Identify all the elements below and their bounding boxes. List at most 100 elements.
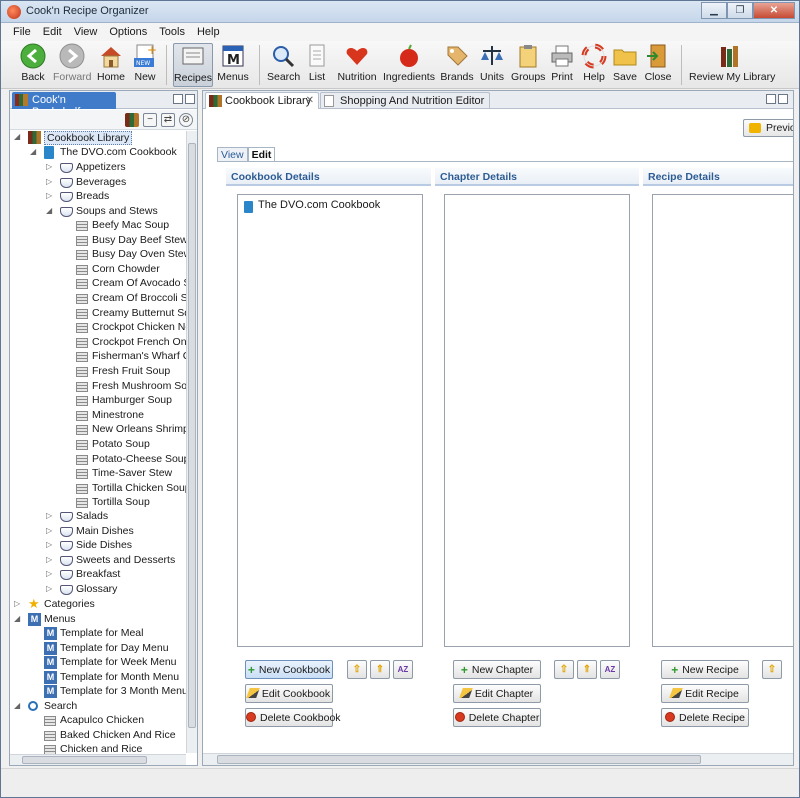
tab-cookbook-library[interactable]: Cookbook Library ✕ <box>205 92 319 109</box>
search-button[interactable]: Search <box>267 43 300 87</box>
close-window-button[interactable]: ✕ <box>753 2 795 19</box>
expand-arrow-icon[interactable]: ◢ <box>14 132 20 141</box>
recipes-button[interactable]: Recipes <box>173 43 213 87</box>
collapsed-arrow-icon[interactable]: ▷ <box>46 191 52 200</box>
move-to-top-button[interactable]: ⇑ <box>370 660 390 679</box>
recipe-list[interactable] <box>652 194 793 647</box>
menu-view[interactable]: View <box>68 23 104 41</box>
menu-options[interactable]: Options <box>103 23 153 41</box>
collapsed-arrow-icon[interactable]: ▷ <box>46 526 52 535</box>
print-button[interactable]: Print <box>549 43 575 87</box>
exit-door-icon <box>645 43 671 69</box>
delete-cookbook-button[interactable]: Delete Cookbook <box>245 708 341 727</box>
delete-recipe-button[interactable]: Delete Recipe <box>661 708 749 727</box>
move-up-button[interactable]: ⇧ <box>762 660 782 679</box>
nutrition-button[interactable]: Nutrition <box>336 43 378 87</box>
new-button[interactable]: NEW + New <box>131 43 159 87</box>
search-icon <box>270 43 296 69</box>
sort-az-button[interactable]: AZ <box>393 660 413 679</box>
bookshelf-vertical-scrollbar[interactable] <box>186 131 197 753</box>
move-to-top-button[interactable]: ⇑ <box>577 660 597 679</box>
svg-text:+: + <box>147 43 157 57</box>
save-button[interactable]: Save <box>612 43 638 87</box>
home-button[interactable]: Home <box>95 43 127 87</box>
tab-shopping-nutrition-editor[interactable]: Shopping And Nutrition Editor <box>320 92 490 109</box>
collapsed-arrow-icon[interactable]: ▷ <box>46 177 52 186</box>
toolbar-separator <box>259 45 260 85</box>
library-books-icon[interactable] <box>125 113 139 127</box>
review-my-library-button[interactable]: Review My Library <box>689 43 775 87</box>
units-button[interactable]: Units <box>478 43 506 87</box>
list-item[interactable]: The DVO.com Cookbook <box>242 199 380 215</box>
menu-icon: M <box>44 627 57 640</box>
tab-cookn-bookshelf[interactable]: Cook'n Bookshelf <box>12 92 116 118</box>
tag-icon <box>444 43 470 69</box>
collapsed-arrow-icon[interactable]: ▷ <box>14 599 20 608</box>
sync-icon[interactable]: ⇄ <box>161 113 175 127</box>
recipe-card-icon <box>180 44 206 70</box>
clipboard-icon <box>515 43 541 69</box>
new-chapter-button[interactable]: + New Chapter <box>453 660 541 679</box>
menu-edit[interactable]: Edit <box>37 23 68 41</box>
bookshelf-horizontal-scrollbar[interactable] <box>10 754 186 765</box>
sort-az-button[interactable]: AZ <box>600 660 620 679</box>
back-arrow-icon <box>749 123 761 133</box>
collapse-all-icon[interactable]: − <box>143 113 157 127</box>
delete-chapter-button[interactable]: Delete Chapter <box>453 708 541 727</box>
collapsed-arrow-icon[interactable]: ▷ <box>46 584 52 593</box>
scrollbar-thumb[interactable] <box>188 143 196 728</box>
recipe-card-icon <box>76 250 88 261</box>
collapsed-arrow-icon[interactable]: ▷ <box>46 555 52 564</box>
scrollbar-thumb[interactable] <box>22 756 147 764</box>
collapsed-arrow-icon[interactable]: ▷ <box>46 162 52 171</box>
tab-view[interactable]: View <box>217 147 248 161</box>
menu-help[interactable]: Help <box>191 23 226 41</box>
move-up-button[interactable]: ⇧ <box>554 660 574 679</box>
groups-button[interactable]: Groups <box>511 43 545 87</box>
previous-button[interactable]: Previous <box>743 119 793 137</box>
forward-button[interactable]: Forward <box>53 43 92 87</box>
close-tab-icon[interactable]: ✕ <box>306 95 314 106</box>
list-icon <box>304 43 330 69</box>
minimize-button[interactable]: ▁ <box>701 2 727 19</box>
maximize-button[interactable]: ❐ <box>727 2 753 19</box>
menus-button[interactable]: M Menus <box>217 43 249 87</box>
close-button[interactable]: Close <box>643 43 673 87</box>
menu-icon: M <box>44 641 57 655</box>
expand-arrow-icon[interactable]: ◢ <box>14 701 20 710</box>
menu-file[interactable]: File <box>7 23 37 41</box>
tab-edit[interactable]: Edit <box>247 147 276 161</box>
cookbook-icon <box>44 146 54 159</box>
menu-tools[interactable]: Tools <box>153 23 191 41</box>
expand-arrow-icon[interactable]: ◢ <box>30 147 36 156</box>
recipe-card-icon <box>76 235 88 246</box>
new-cookbook-button[interactable]: + New Cookbook <box>245 660 333 679</box>
list-button[interactable]: List <box>304 43 330 87</box>
cancel-icon[interactable]: ⊘ <box>179 113 193 127</box>
new-recipe-button[interactable]: + New Recipe <box>661 660 749 679</box>
maximize-panel-icon[interactable] <box>778 94 788 104</box>
collapsed-arrow-icon[interactable]: ▷ <box>46 569 52 578</box>
ingredients-button[interactable]: Ingredients <box>383 43 435 87</box>
move-up-button[interactable]: ⇧ <box>347 660 367 679</box>
chapter-list[interactable] <box>444 194 630 647</box>
cookbook-details-header: Cookbook Details <box>226 168 431 186</box>
edit-chapter-button[interactable]: Edit Chapter <box>453 684 541 703</box>
minimize-panel-icon[interactable] <box>766 94 776 104</box>
brands-button[interactable]: Brands <box>440 43 474 87</box>
help-button[interactable]: Help <box>581 43 607 87</box>
editor-horizontal-scrollbar[interactable] <box>203 753 793 765</box>
collapsed-arrow-icon[interactable]: ▷ <box>46 540 52 549</box>
edit-recipe-button[interactable]: Edit Recipe <box>661 684 749 703</box>
cookbook-list[interactable]: The DVO.com Cookbook <box>237 194 423 647</box>
expand-arrow-icon[interactable]: ◢ <box>46 206 52 215</box>
menu-calendar-icon: M <box>220 43 246 69</box>
folder-icon <box>612 43 638 69</box>
maximize-panel-icon[interactable] <box>185 94 195 104</box>
minimize-panel-icon[interactable] <box>173 94 183 104</box>
scrollbar-thumb[interactable] <box>217 755 701 764</box>
collapsed-arrow-icon[interactable]: ▷ <box>46 511 52 520</box>
expand-arrow-icon[interactable]: ◢ <box>14 614 20 623</box>
back-button[interactable]: Back <box>17 43 49 87</box>
edit-cookbook-button[interactable]: Edit Cookbook <box>245 684 333 703</box>
